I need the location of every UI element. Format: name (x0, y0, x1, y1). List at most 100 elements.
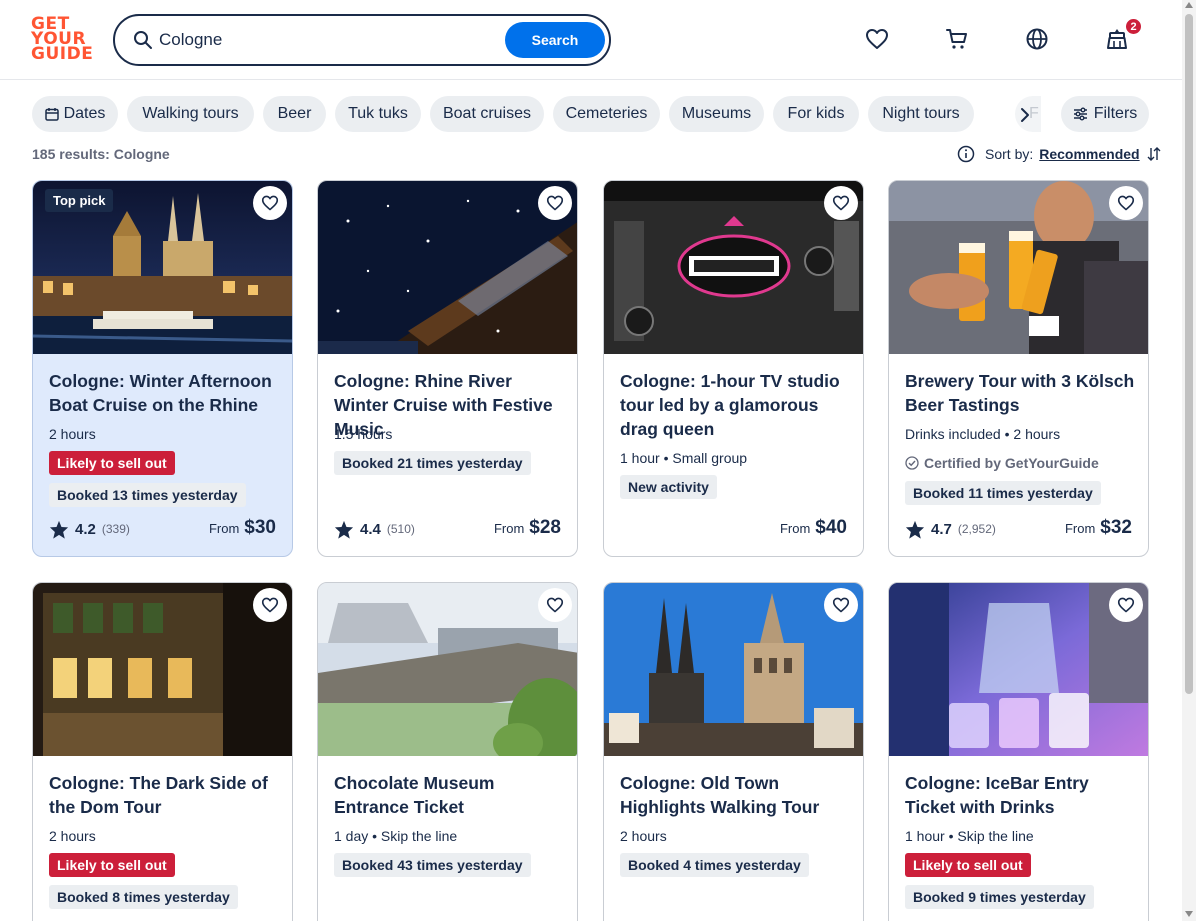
filters-button[interactable]: Filters (1061, 96, 1149, 132)
price-amount: $30 (244, 517, 276, 538)
activity-meta: 1 hour • Small group (620, 450, 748, 466)
chip-museums[interactable]: Museums (669, 96, 764, 132)
activity-title[interactable]: Cologne: The Dark Side of the Dom Tour (49, 771, 281, 819)
activity-meta: 1 day • Skip the line (334, 828, 458, 844)
activity-card[interactable]: Chocolate Museum Entrance Ticket 1 day •… (317, 582, 578, 921)
chip-dates[interactable]: Dates (32, 96, 118, 132)
price: From $30 (209, 517, 276, 539)
activity-card[interactable]: Brewery Tour with 3 Kölsch Beer Tastings… (888, 180, 1149, 557)
price-amount: $40 (815, 517, 847, 538)
wishlist-heart-icon[interactable] (253, 588, 287, 622)
scroll-down-arrow-icon[interactable] (1185, 911, 1193, 917)
booked-count-tag: Booked 21 times yesterday (334, 451, 531, 475)
rating: 4.4 (510) (334, 518, 415, 540)
chip-walking-tours[interactable]: Walking tours (127, 96, 254, 132)
wishlist-heart-icon[interactable] (253, 186, 287, 220)
activity-title[interactable]: Brewery Tour with 3 Kölsch Beer Tastings (905, 369, 1137, 417)
activity-title[interactable]: Cologne: Winter Afternoon Boat Cruise on… (49, 369, 281, 417)
activity-meta: 1 hour • Skip the line (905, 828, 1034, 844)
activity-title[interactable]: Cologne: IceBar Entry Ticket with Drinks (905, 771, 1137, 819)
search-bar: Search (113, 14, 611, 66)
price-from-label: From (779, 521, 811, 536)
info-icon[interactable] (957, 145, 975, 163)
wishlist-heart-icon[interactable] (538, 588, 572, 622)
booked-count-tag: Booked 13 times yesterday (49, 483, 246, 507)
activity-card[interactable]: Cologne: Old Town Highlights Walking Tou… (603, 582, 864, 921)
booked-count-tag: Booked 43 times yesterday (334, 853, 531, 877)
chip-cemeteries[interactable]: Cemeteries (553, 96, 660, 132)
chip-label: Walking tours (142, 105, 239, 122)
rating: 4.2 (339) (49, 518, 130, 540)
chip-label: Museums (681, 105, 752, 122)
activity-card[interactable]: Cologne: Rhine River Winter Cruise with … (317, 180, 578, 557)
wishlist-heart-icon[interactable] (1109, 588, 1143, 622)
search-input[interactable] (159, 26, 499, 54)
likely-to-sell-out-tag: Likely to sell out (49, 451, 175, 475)
booked-count-tag: Booked 11 times yesterday (905, 481, 1101, 505)
chip-night-tours[interactable]: Night tours (868, 96, 974, 132)
booked-count-tag: Booked 8 times yesterday (49, 885, 238, 909)
activity-card[interactable]: Top pick Cologne: Winter Afternoon Boat … (32, 180, 293, 557)
chevron-right-icon[interactable] (1014, 104, 1036, 126)
activity-title[interactable]: Chocolate Museum Entrance Ticket (334, 771, 566, 819)
booked-count-tag: Booked 4 times yesterday (620, 853, 809, 877)
activity-meta: 1.5 hours (334, 426, 393, 442)
price-from-label: From (1064, 521, 1096, 536)
wishlist-heart-icon[interactable] (538, 186, 572, 220)
calendar-icon (44, 108, 59, 121)
chip-boat-cruises[interactable]: Boat cruises (430, 96, 544, 132)
wishlist-heart-icon[interactable] (864, 26, 890, 52)
sliders-icon (1073, 107, 1087, 121)
activity-card[interactable]: Cologne: The Dark Side of the Dom Tour 2… (32, 582, 293, 921)
price-from-label: From (493, 521, 525, 536)
star-icon (905, 520, 925, 539)
star-icon (334, 520, 354, 539)
certified-label: Certified by GetYourGuide (905, 455, 1099, 471)
check-badge-icon (905, 456, 919, 470)
rating-value: 4.7 (931, 520, 952, 538)
chip-for-kids[interactable]: For kids (773, 96, 859, 132)
search-button[interactable]: Search (505, 22, 605, 58)
chip-label: Beer (277, 105, 312, 122)
activity-title[interactable]: Cologne: Old Town Highlights Walking Tou… (620, 771, 852, 819)
chip-label: Cemeteries (565, 105, 648, 122)
filters-label: Filters (1093, 105, 1138, 122)
top-pick-badge: Top pick (45, 189, 114, 212)
sort-arrows-icon[interactable] (1146, 146, 1162, 162)
globe-language-icon[interactable] (1024, 26, 1050, 52)
chip-label: For kids (787, 105, 845, 122)
getyourguide-logo[interactable]: GET YOUR GUIDE (31, 16, 93, 65)
wishlist-heart-icon[interactable] (824, 186, 858, 220)
price: From $32 (1065, 517, 1132, 539)
activity-meta: 2 hours (620, 828, 667, 844)
search-icon (133, 30, 153, 50)
wishlist-heart-icon[interactable] (824, 588, 858, 622)
sort-label: Sort by: (985, 146, 1034, 162)
top-header: GET YOUR GUIDE Search 2 (0, 0, 1182, 80)
booked-count-tag: Booked 9 times yesterday (905, 885, 1094, 909)
scroll-thumb[interactable] (1185, 14, 1193, 694)
activity-card[interactable]: Cologne: IceBar Entry Ticket with Drinks… (888, 582, 1149, 921)
rating: 4.7 (2,952) (905, 518, 996, 540)
chip-tuk-tuks[interactable]: Tuk tuks (335, 96, 421, 132)
review-count: (339) (101, 522, 130, 536)
activity-card[interactable]: Cologne: 1-hour TV studio tour led by a … (603, 180, 864, 557)
chip-label: Boat cruises (442, 105, 532, 122)
price: From $40 (780, 517, 847, 539)
rating-value: 4.2 (75, 520, 96, 538)
certified-text: Certified by GetYourGuide (924, 455, 1099, 471)
chip-label: Night tours (882, 105, 960, 122)
wishlist-heart-icon[interactable] (1109, 186, 1143, 220)
review-count: (2,952) (957, 522, 996, 536)
chip-label: Dates (63, 105, 106, 122)
activity-meta: Drinks included • 2 hours (905, 426, 1061, 442)
scroll-up-arrow-icon[interactable] (1185, 2, 1193, 8)
chip-beer[interactable]: Beer (263, 96, 326, 132)
sort-control[interactable]: Sort by: Recommended (957, 144, 1162, 164)
likely-to-sell-out-tag: Likely to sell out (49, 853, 175, 877)
page-scrollbar[interactable] (1182, 0, 1196, 921)
cart-icon[interactable] (944, 26, 970, 52)
new-activity-tag: New activity (620, 475, 717, 499)
activity-title[interactable]: Cologne: 1-hour TV studio tour led by a … (620, 369, 852, 441)
sort-value[interactable]: Recommended (1039, 146, 1139, 162)
